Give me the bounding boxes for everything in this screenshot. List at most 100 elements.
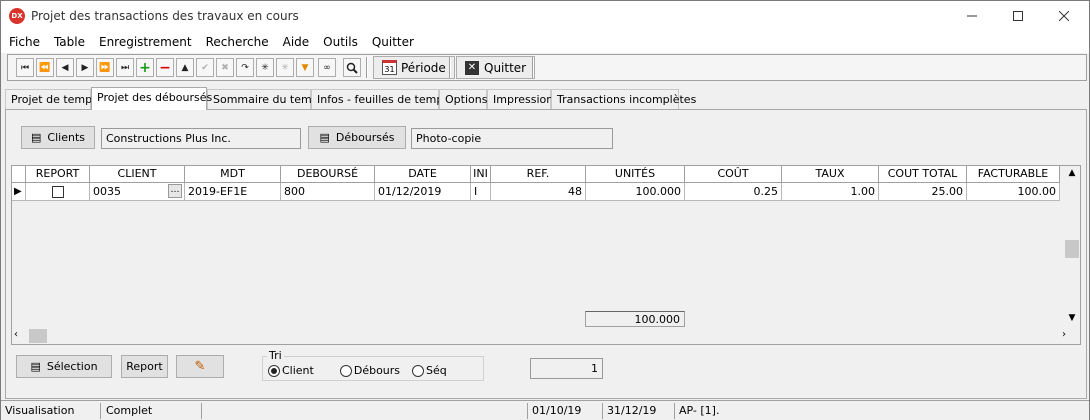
tab-transactions-incompletes[interactable]: Transactions incomplètes [551,89,696,109]
delete-icon[interactable]: − [156,58,174,77]
tri-client-label: Client [282,364,314,377]
quitter-button[interactable]: ✕ Quitter [456,56,536,79]
cancel-icon[interactable]: ✖ [216,58,234,77]
ini-cell[interactable]: I [471,183,491,201]
unites-cell[interactable]: 100.000 [586,183,685,201]
prev-record-icon[interactable]: ◀ [56,58,74,77]
binoculars-icon[interactable]: ∞ [318,58,336,77]
col-unites[interactable]: UNITÉS [586,166,685,183]
menu-aide[interactable]: Aide [283,35,310,49]
selection-button-label: Sélection [46,360,98,373]
tab-projet-des-debourses[interactable]: Projet des déboursés [91,87,212,110]
menu-enregistrement[interactable]: Enregistrement [99,35,192,49]
minimize-icon[interactable] [949,1,995,31]
ref-cell[interactable]: 48 [491,183,586,201]
book-icon: ▤ [319,131,330,144]
col-ini[interactable]: INI [471,166,491,183]
menu-fiche[interactable]: Fiche [9,35,40,49]
report-button[interactable]: Report [121,355,168,378]
last-record-icon[interactable]: ⏭ [116,58,134,77]
debourses-button[interactable]: ▤ Déboursés [308,126,406,149]
book-icon: ▤ [31,131,42,144]
tri-client-radio[interactable]: Client [268,364,314,377]
radio-icon [339,364,352,377]
radio-icon [412,364,425,377]
menu-table[interactable]: Table [54,35,85,49]
next-record-icon[interactable]: ▶ [76,58,94,77]
tri-debours-label: Débours [353,364,401,377]
col-ref[interactable]: REF. [491,166,586,183]
table-row[interactable]: ▶ 0035 … 2019-EF1E 800 01/12/2019 I 48 1… [12,183,1060,201]
menu-quitter[interactable]: Quitter [372,35,414,49]
debourse-cell[interactable]: 800 [281,183,375,201]
tab-options[interactable]: Options [439,89,487,109]
scroll-right-icon[interactable]: › [1062,329,1074,343]
ellipsis-button[interactable]: … [168,184,182,198]
next-page-icon[interactable]: ⏩ [96,58,114,77]
filter-all-icon[interactable]: ✳ [256,58,274,77]
filter-clear-icon[interactable]: ✳ [276,58,294,77]
client-cell[interactable]: 0035 … [90,183,185,201]
tri-seq-label: Séq [426,364,447,377]
periode-label: Période [401,60,446,75]
periode-button[interactable]: 31 Période [373,56,455,79]
col-cout[interactable]: COÛT [685,166,782,183]
edit-up-icon[interactable]: ▲ [176,58,194,77]
taux-cell[interactable]: 1.00 [782,183,879,201]
col-cout-total[interactable]: COUT TOTAL [879,166,967,183]
total-unites-field: 100.000 [585,311,685,327]
col-client[interactable]: CLIENT [90,166,185,183]
scroll-thumb[interactable] [29,329,47,343]
debourses-field[interactable]: Photo-copie [411,128,613,149]
col-date[interactable]: DATE [375,166,471,183]
tri-group: Tri Client Débours Séq [262,349,484,381]
clients-button[interactable]: ▤ Clients [21,126,95,149]
cout-cell[interactable]: 0.25 [685,183,782,201]
mdt-cell[interactable]: 2019-EF1E [185,183,281,201]
grid-header: REPORT CLIENT MDT DEBOURSÉ DATE INI REF.… [12,166,1060,183]
cout-total-cell[interactable]: 25.00 [879,183,967,201]
prev-page-icon[interactable]: ⏪ [36,58,54,77]
refresh-icon[interactable]: ↷ [236,58,254,77]
clients-field[interactable]: Constructions Plus Inc. [101,128,301,149]
scroll-left-icon[interactable]: ‹ [14,329,26,343]
add-icon[interactable]: + [136,58,154,77]
search-icon[interactable] [343,58,361,77]
vertical-scrollbar[interactable]: ▲ ▼ [1064,166,1080,329]
col-debourse[interactable]: DEBOURSÉ [281,166,375,183]
toolbar-separator [366,57,368,78]
close-box-icon: ✕ [465,60,479,75]
tab-infos-feuilles-de-temps[interactable]: Infos - feuilles de temps [311,89,449,109]
first-record-icon[interactable]: ⏮ [16,58,34,77]
col-report[interactable]: REPORT [26,166,90,183]
date-cell[interactable]: 01/12/2019 [375,183,471,201]
facturable-cell[interactable]: 100.00 [967,183,1060,201]
maximize-icon[interactable] [995,1,1041,31]
tab-projet-de-temps[interactable]: Projet de temps [5,89,98,109]
col-mdt[interactable]: MDT [185,166,281,183]
scroll-down-icon[interactable]: ▼ [1064,313,1080,327]
scroll-thumb[interactable] [1065,240,1079,258]
status-empty [203,403,528,419]
quitter-label: Quitter [484,60,527,75]
col-facturable[interactable]: FACTURABLE [967,166,1060,183]
col-taux[interactable]: TAUX [782,166,879,183]
tri-seq-radio[interactable]: Séq [412,364,447,377]
tri-debours-radio[interactable]: Débours [339,364,401,377]
confirm-icon[interactable]: ✔ [196,58,214,77]
pencil-eraser-button[interactable]: ✎ [176,355,224,378]
menu-recherche[interactable]: Recherche [206,35,269,49]
clients-button-label: Clients [47,131,85,144]
close-icon[interactable] [1041,1,1087,31]
tab-sommaire-du-temps[interactable]: Sommaire du temps [207,89,324,109]
horizontal-scrollbar[interactable]: ‹ › [12,328,1080,344]
report-checkbox-cell[interactable] [26,183,90,201]
filter-icon[interactable]: ▼ [296,58,314,77]
tab-impression[interactable]: Impression [487,89,553,109]
report-checkbox[interactable] [51,186,64,198]
radio-selected-icon [268,364,280,377]
scroll-up-icon[interactable]: ▲ [1064,168,1080,182]
count-field: 1 [530,358,603,379]
menu-outils[interactable]: Outils [323,35,358,49]
selection-button[interactable]: ▤ Sélection [16,355,112,378]
